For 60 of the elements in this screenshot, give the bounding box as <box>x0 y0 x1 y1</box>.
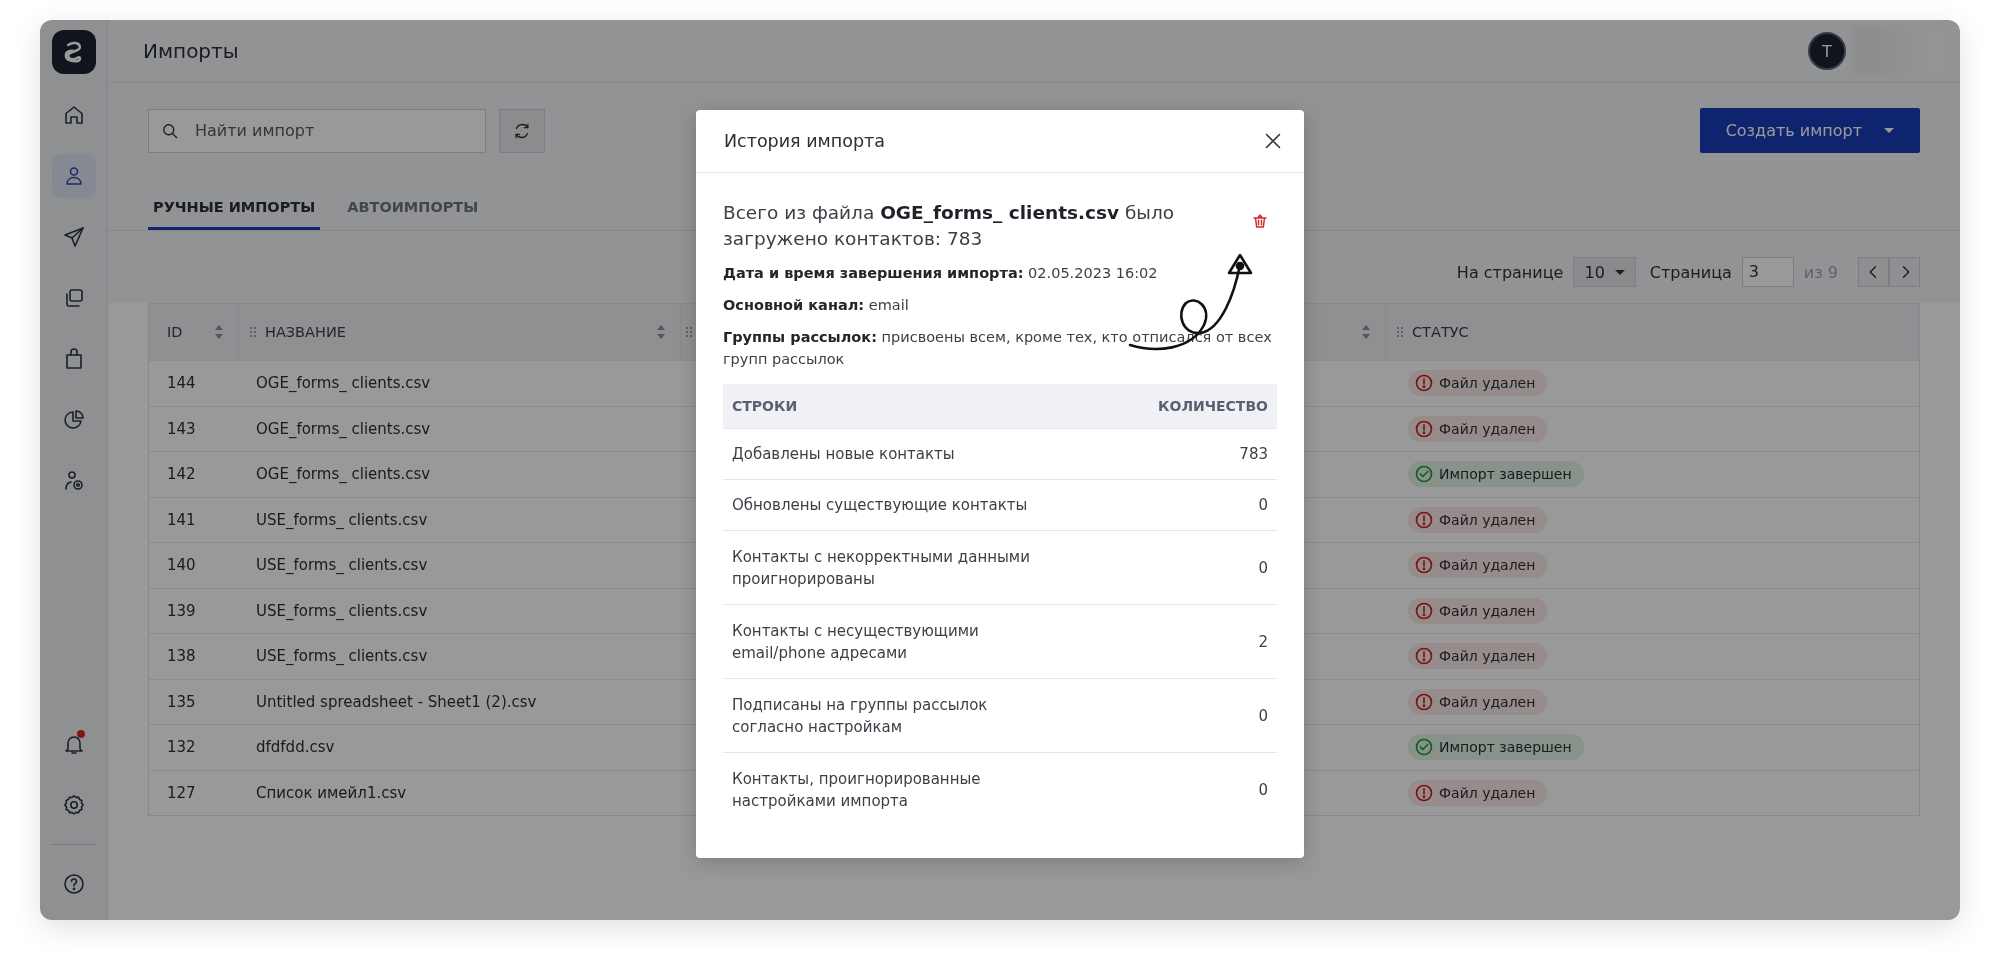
status-label: Файл удален <box>1439 557 1536 574</box>
table-cell-text: 138 <box>166 646 197 668</box>
table-cell-text: 135 <box>166 691 197 713</box>
status-label: Файл удален <box>1439 648 1536 665</box>
table-cell-text: 0 <box>1258 779 1268 801</box>
table-cell-text: 144 <box>166 373 197 395</box>
table-cell-text: OGE_forms_ clients.csv <box>255 464 432 486</box>
table-cell-text: Untitled spreadsheet - Sheet1 (2).csv <box>255 691 538 713</box>
table-cell-text: 127 <box>166 782 197 804</box>
avatar[interactable]: T <box>1808 32 1846 70</box>
table-cell-text: USE_forms_ clients.csv <box>255 646 429 668</box>
status-label: Файл удален <box>1439 375 1536 392</box>
summary-text: Всего из файла OGE_forms_ clients.csv было загружено контактов: 783 <box>723 201 1176 251</box>
search-field[interactable]: Найти импорт <box>148 108 486 153</box>
column-header: ID <box>167 324 183 340</box>
column-header: НАЗВАНИЕ <box>265 324 346 340</box>
table-cell-text: 142 <box>166 464 197 486</box>
table-cell-text: 139 <box>166 600 197 622</box>
table-cell-text: Контакты с некорректными данными проигнорированы <box>732 546 1031 590</box>
table-cell-text: USE_forms_ clients.csv <box>255 509 429 531</box>
create-import-button[interactable]: Создать импорт <box>1699 108 1920 153</box>
status-label: Файл удален <box>1439 602 1536 619</box>
column-header: КОЛИЧЕСТВО <box>1158 397 1268 416</box>
status-label: Импорт завершен <box>1439 739 1572 756</box>
table-cell-text: dfdfdd.csv <box>255 737 336 759</box>
per-page-label: На странице <box>1456 262 1564 282</box>
table-cell-text: USE_forms_ clients.csv <box>255 600 429 622</box>
table-cell-text: Список имейл1.csv <box>255 782 408 804</box>
status-label: Файл удален <box>1439 511 1536 528</box>
table-cell-text: Подписаны на группы рассылок согласно настройкам <box>732 694 989 738</box>
dialog-title: История импорта <box>724 131 885 151</box>
status-label: Файл удален <box>1439 784 1536 801</box>
table-cell-text: 0 <box>1258 557 1268 579</box>
status-label: Импорт завершен <box>1439 466 1572 483</box>
table-cell-text: 2 <box>1258 631 1268 653</box>
table-cell-text: 0 <box>1258 495 1268 516</box>
table-cell-text: 143 <box>166 418 197 440</box>
table-cell-text: 132 <box>166 737 197 759</box>
table-cell-text: Контакты, проигнорированные настройками импорта <box>732 768 982 812</box>
per-page-select[interactable]: 10 <box>1573 257 1636 287</box>
table-cell-text: OGE_forms_ clients.csv <box>255 373 432 395</box>
page-label: Страница <box>1649 262 1732 282</box>
page-title: Импорты <box>143 39 239 63</box>
table-cell-text: 783 <box>1239 444 1268 465</box>
table-cell-text: Обновлены существующие контакты <box>732 495 1029 516</box>
column-header: СТРОКИ <box>732 397 799 416</box>
table-cell-text: 141 <box>166 509 197 531</box>
table-cell-text: 140 <box>166 555 197 577</box>
tab[interactable]: АВТОИМПОРТЫ <box>342 191 484 230</box>
table-cell-text: 0 <box>1258 705 1268 727</box>
detail-text: Дата и время завершения импорта: 02.05.2023 16:02 <box>723 264 1159 283</box>
column-header: СТАТУС <box>1412 324 1469 340</box>
table-cell-text: Добавлены новые контакты <box>732 444 956 465</box>
table-cell-text: OGE_forms_ clients.csv <box>255 418 432 440</box>
status-label: Файл удален <box>1439 420 1536 437</box>
detail-text: Основной канал: email <box>723 296 910 315</box>
table-cell-text: Контакты с несуществующими email/phone адресами <box>732 620 980 664</box>
table-cell-text: USE_forms_ clients.csv <box>255 555 429 577</box>
page-number-field[interactable]: 3 <box>1741 257 1794 287</box>
status-label: Файл удален <box>1439 693 1536 710</box>
